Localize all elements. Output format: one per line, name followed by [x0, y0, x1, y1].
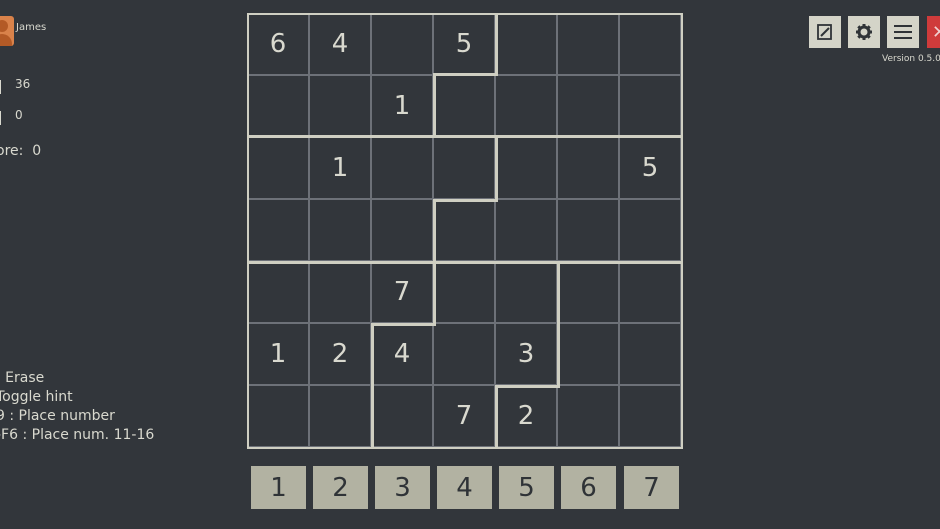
grid-cell-r3c7[interactable]: 5	[619, 137, 681, 199]
stat-icon-2	[0, 111, 1, 125]
grid-cell-r5c4[interactable]	[433, 261, 495, 323]
grid-cell-r5c7[interactable]	[619, 261, 681, 323]
region-wall	[495, 137, 498, 201]
help-line-place-extended: -F6 : Place num. 11-16	[0, 427, 155, 443]
region-wall	[371, 323, 374, 449]
grid-cell-r5c1[interactable]	[247, 261, 309, 323]
region-wall	[247, 13, 249, 449]
keypad-button-6[interactable]: 6	[561, 466, 616, 509]
grid-cell-r3c4[interactable]	[433, 137, 495, 199]
region-wall	[433, 261, 436, 325]
menu-icon	[894, 25, 912, 39]
grid-cell-r6c4[interactable]	[433, 323, 495, 385]
grid-cell-r7c3[interactable]	[371, 385, 433, 447]
grid-cell-r7c1[interactable]	[247, 385, 309, 447]
grid-cell-r4c4[interactable]	[433, 199, 495, 261]
grid-cell-r2c1[interactable]	[247, 75, 309, 137]
grid-cell-r7c4[interactable]: 7	[433, 385, 495, 447]
stat-value-2: 0	[15, 108, 23, 122]
grid-cell-r3c1[interactable]	[247, 137, 309, 199]
help-line-place: 9 : Place number	[0, 408, 115, 424]
grid-cell-r4c5[interactable]	[495, 199, 557, 261]
region-wall	[495, 385, 560, 388]
keypad-button-3[interactable]: 3	[375, 466, 430, 509]
keypad-button-4[interactable]: 4	[437, 466, 492, 509]
grid-cell-r4c2[interactable]	[309, 199, 371, 261]
grid-cell-r2c3[interactable]: 1	[371, 75, 433, 137]
grid-cell-r2c5[interactable]	[495, 75, 557, 137]
grid-cell-r6c1[interactable]: 1	[247, 323, 309, 385]
grid-cell-r7c7[interactable]	[619, 385, 681, 447]
grid-cell-r4c3[interactable]	[371, 199, 433, 261]
grid-cell-r7c6[interactable]	[557, 385, 619, 447]
grid-cell-r2c4[interactable]	[433, 75, 495, 137]
region-wall	[557, 261, 560, 387]
region-wall	[433, 73, 436, 137]
region-wall	[247, 447, 683, 449]
grid-cell-r4c6[interactable]	[557, 199, 619, 261]
region-wall	[433, 73, 498, 76]
puzzle-board: 6451157124372	[247, 13, 683, 449]
edit-icon	[817, 24, 832, 40]
grid-cell-r1c7[interactable]	[619, 13, 681, 75]
region-wall	[681, 13, 683, 449]
keypad-button-1[interactable]: 1	[251, 466, 306, 509]
help-line-erase: : Erase	[0, 370, 45, 386]
stat-icon-1	[0, 80, 1, 94]
keypad-button-7[interactable]: 7	[624, 466, 679, 509]
keypad-button-2[interactable]: 2	[313, 466, 368, 509]
menu-button[interactable]	[887, 16, 919, 48]
region-wall	[247, 13, 683, 15]
grid-cell-r6c7[interactable]	[619, 323, 681, 385]
close-button[interactable]: ✕	[927, 16, 940, 48]
grid-cell-r5c2[interactable]	[309, 261, 371, 323]
grid-cell-r5c5[interactable]	[495, 261, 557, 323]
grid-cell-r6c5[interactable]: 3	[495, 323, 557, 385]
grid-cell-r2c2[interactable]	[309, 75, 371, 137]
grid-cell-r4c1[interactable]	[247, 199, 309, 261]
help-line-hint: Toggle hint	[0, 389, 73, 405]
version-label: Version 0.5.0.	[882, 54, 940, 64]
grid-cell-r1c6[interactable]	[557, 13, 619, 75]
gear-icon	[856, 24, 872, 40]
grid-cell-r1c4[interactable]: 5	[433, 13, 495, 75]
grid-cell-r3c6[interactable]	[557, 137, 619, 199]
close-icon: ✕	[932, 21, 940, 43]
region-wall	[247, 135, 683, 138]
grid-cell-r4c7[interactable]	[619, 199, 681, 261]
stat-value-1: 36	[15, 77, 31, 91]
region-wall	[247, 261, 683, 264]
region-wall	[433, 199, 436, 263]
grid-cell-r1c5[interactable]	[495, 13, 557, 75]
grid-cell-r3c3[interactable]	[371, 137, 433, 199]
grid-cell-r6c2[interactable]: 2	[309, 323, 371, 385]
region-wall	[495, 385, 498, 449]
score: ore: 0	[0, 143, 41, 159]
grid-cell-r7c5[interactable]: 2	[495, 385, 557, 447]
region-wall	[433, 199, 498, 202]
grid-cell-r1c2[interactable]: 4	[309, 13, 371, 75]
grid-cell-r2c6[interactable]	[557, 75, 619, 137]
settings-button[interactable]	[848, 16, 880, 48]
score-value: 0	[32, 143, 42, 159]
grid-cell-r2c7[interactable]	[619, 75, 681, 137]
grid-cell-r6c3[interactable]: 4	[371, 323, 433, 385]
grid-cell-r7c2[interactable]	[309, 385, 371, 447]
grid-cell-r5c3[interactable]: 7	[371, 261, 433, 323]
avatar	[0, 16, 14, 46]
grid-cell-r5c6[interactable]	[557, 261, 619, 323]
grid-cell-r1c1[interactable]: 6	[247, 13, 309, 75]
player-name: James	[16, 22, 47, 33]
region-wall	[371, 323, 436, 326]
grid-cell-r3c2[interactable]: 1	[309, 137, 371, 199]
grid-cell-r6c6[interactable]	[557, 323, 619, 385]
region-wall	[495, 13, 498, 75]
keypad-button-5[interactable]: 5	[499, 466, 554, 509]
grid-cell-r3c5[interactable]	[495, 137, 557, 199]
score-label: ore:	[0, 143, 24, 159]
edit-button[interactable]	[809, 16, 841, 48]
grid-cell-r1c3[interactable]	[371, 13, 433, 75]
